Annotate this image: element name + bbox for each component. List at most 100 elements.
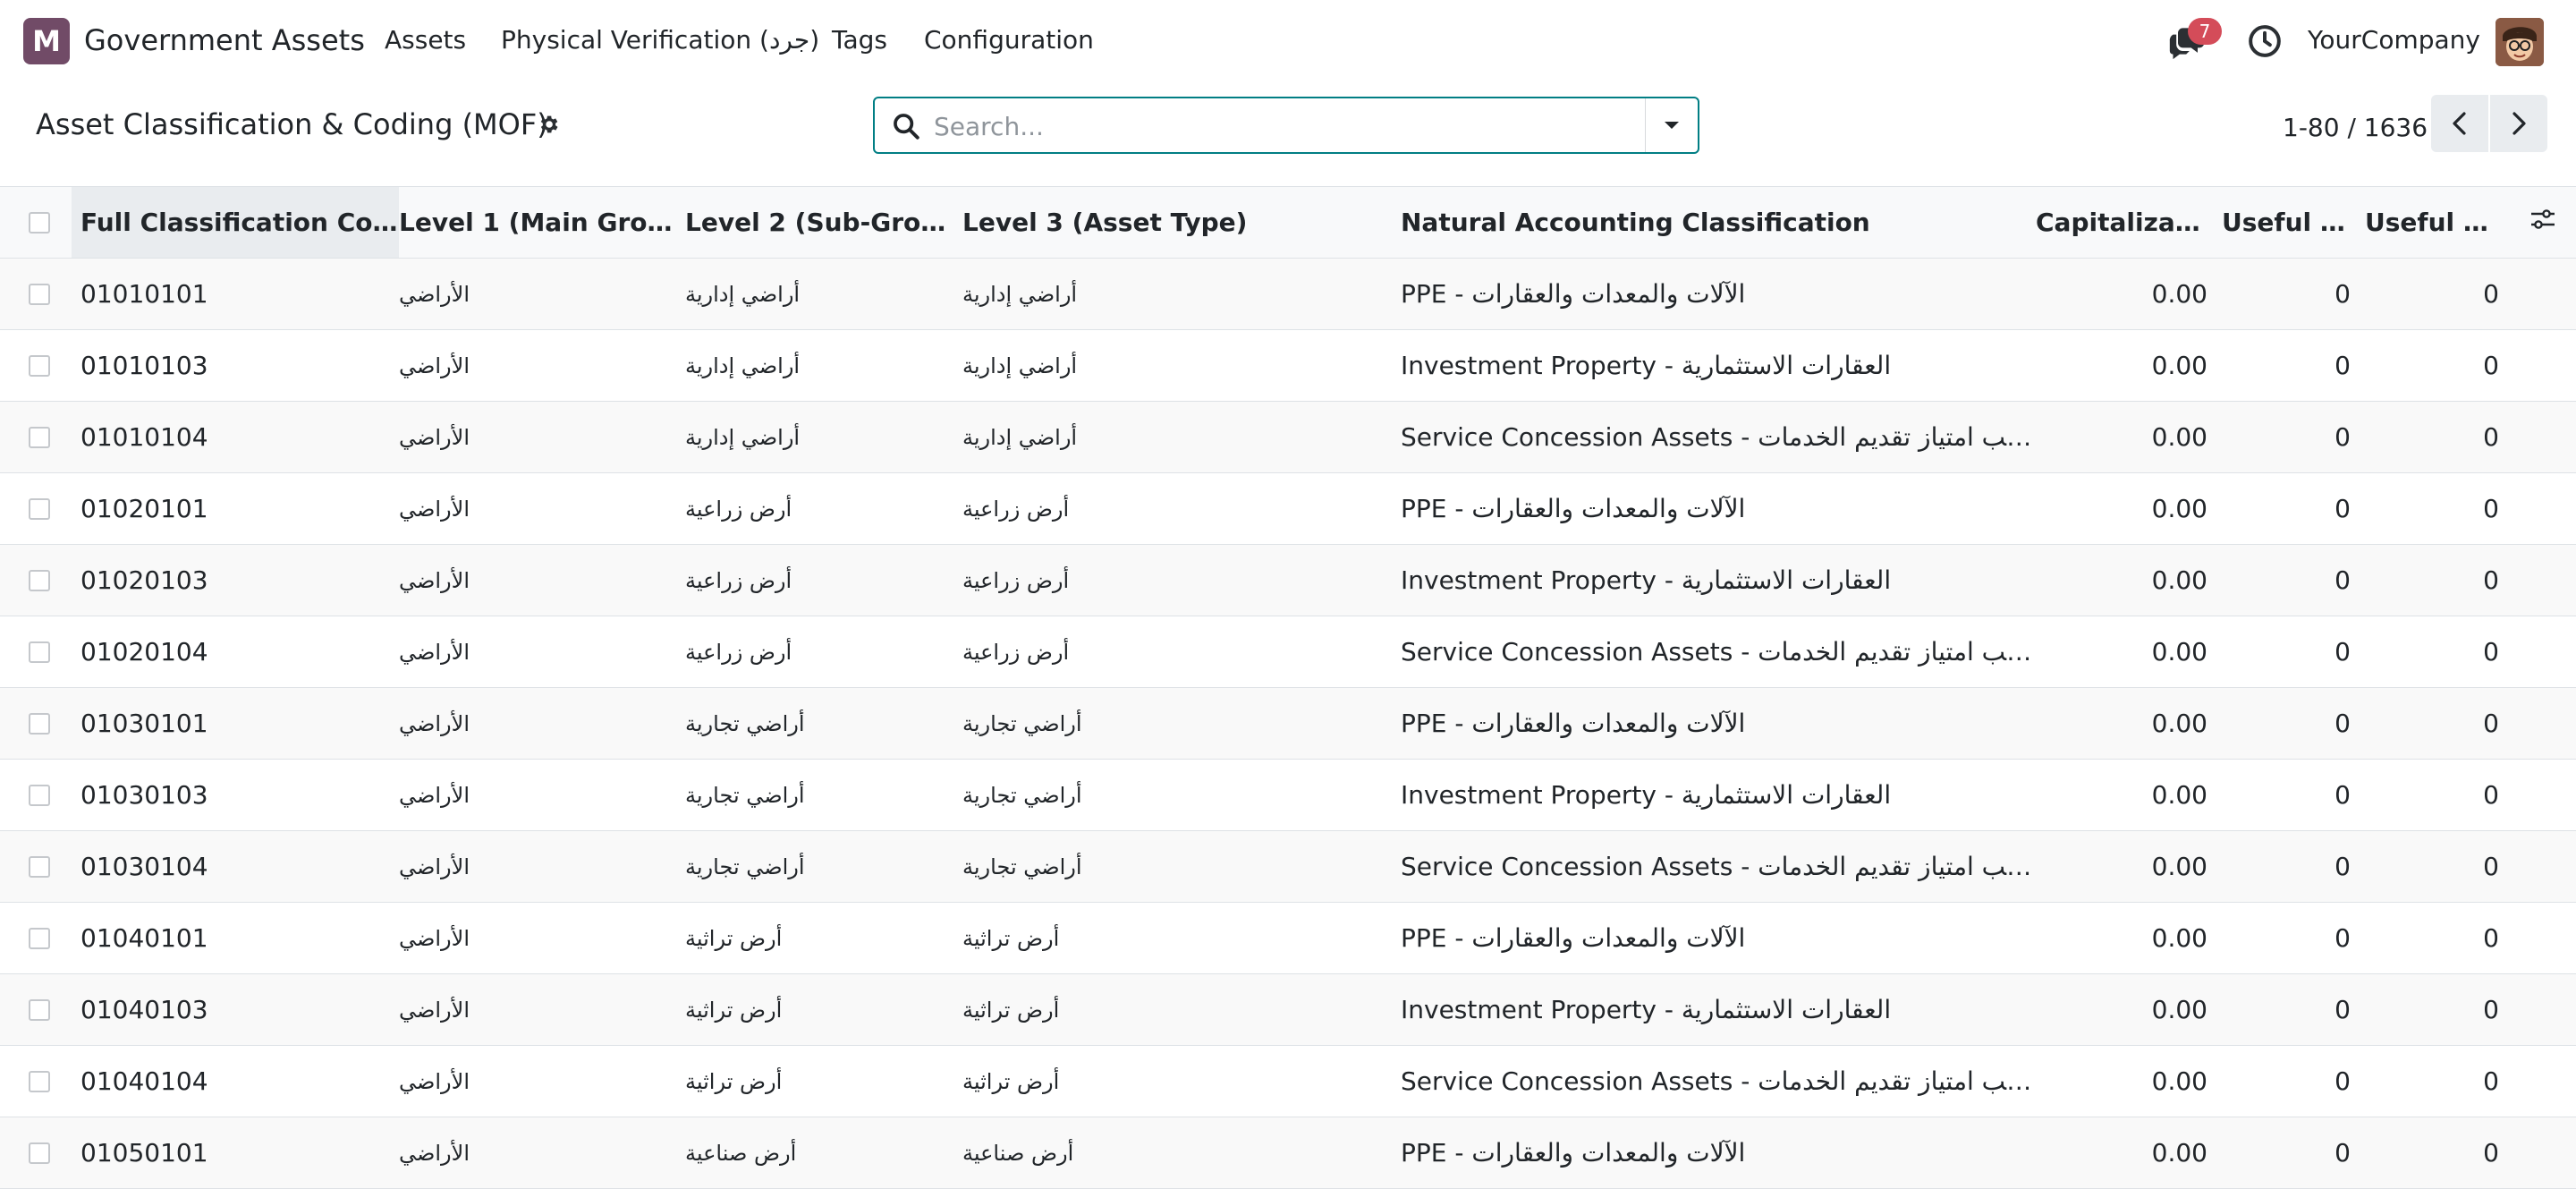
useful-life-2-cell: 0 [2483,637,2499,667]
natural-accounting-cell: Investment Property - العقارات الاستثمار… [1401,565,1892,595]
full-code-cell: 01020101 [80,494,208,523]
column-header-full-code[interactable]: Full Classification Code [72,186,399,259]
pager-value[interactable]: 1-80 / 1636 [2283,113,2428,142]
useful-life-2-cell: 0 [2483,852,2499,881]
useful-life-2-cell: 0 [2483,351,2499,380]
natural-accounting-cell: Investment Property - العقارات الاستثمار… [1401,780,1892,810]
row-select-cell [0,974,72,1046]
column-header-natural-accounting[interactable]: Natural Accounting Classification [1401,187,2036,259]
natural-accounting-cell: Service Concession Assets - أصول ترتيب ا… [1401,1066,2036,1096]
row-checkbox[interactable] [29,497,50,520]
useful-life-2-cell: 0 [2483,422,2499,452]
level-2-cell: أرض تراثية [685,997,783,1023]
natural-accounting-cell: PPE - الآلات والمعدات والعقارات [1401,494,1746,523]
search-input[interactable] [932,107,1615,145]
menu-configuration[interactable]: Configuration [924,25,1094,55]
table-row[interactable]: 01030104 الأراضي أراضي تجارية أراضي تجارية S… [0,830,2576,903]
column-header-useful-life-1[interactable]: Useful Li... [2222,187,2365,259]
row-select-cell [0,402,72,473]
row-checkbox[interactable] [29,426,50,448]
row-select-cell [0,1046,72,1117]
natural-accounting-cell: Service Concession Assets - أصول ترتيب ا… [1401,637,2036,667]
capitalization-cell: 0.00 [2151,1066,2207,1096]
gear-icon[interactable] [537,113,560,136]
row-options-spacer [2513,903,2576,974]
table-row[interactable]: 01040104 الأراضي أرض تراثية أرض تراثية Servi… [0,1046,2576,1117]
messages-badge: 7 [2188,18,2222,45]
row-select-cell [0,616,72,688]
row-select-cell [0,903,72,974]
column-header-capitalization[interactable]: Capitalizati... [2036,187,2222,259]
level-2-cell: أراضي إدارية [685,424,801,450]
search-options-toggle[interactable] [1645,98,1698,152]
table-row[interactable]: 01010104 الأراضي أراضي إدارية أراضي إدارية S… [0,401,2576,473]
level-3-cell: أرض زراعية [962,496,1070,522]
column-header-level-1[interactable]: Level 1 (Main Group) [399,187,685,259]
select-all-cell [0,187,72,259]
column-header-level-3[interactable]: Level 3 (Asset Type) [962,187,1401,259]
row-options-spacer [2513,831,2576,903]
level-1-cell: الأراضي [399,782,470,808]
row-checkbox[interactable] [29,712,50,735]
level-3-cell: أراضي تجارية [962,854,1082,879]
natural-accounting-cell: Service Concession Assets - أصول ترتيب ا… [1401,422,2036,452]
table-row[interactable]: 01050101 الأراضي أرض صناعية أرض صناعية PPE -… [0,1117,2576,1189]
natural-accounting-cell: Service Concession Assets - أصول ترتيب ا… [1401,852,2036,881]
row-select-cell [0,760,72,831]
table-row[interactable]: 01010101 الأراضي أراضي إدارية أراضي إدارية P… [0,258,2576,330]
company-switcher[interactable]: YourCompany [2308,25,2480,55]
avatar[interactable] [2496,18,2544,66]
row-checkbox[interactable] [29,998,50,1021]
natural-accounting-cell: PPE - الآلات والمعدات والعقارات [1401,923,1746,953]
row-checkbox[interactable] [29,1142,50,1164]
row-checkbox[interactable] [29,855,50,878]
pager-next-button[interactable] [2490,95,2547,152]
select-all-checkbox[interactable] [29,211,50,234]
full-code-cell: 01040101 [80,923,208,953]
full-code-cell: 01030103 [80,780,208,810]
capitalization-cell: 0.00 [2151,709,2207,738]
pager-previous-button[interactable] [2431,95,2488,152]
row-checkbox[interactable] [29,784,50,806]
chevron-right-icon [2512,112,2526,135]
row-checkbox[interactable] [29,641,50,663]
menu-tags[interactable]: Tags [832,25,887,55]
clock-icon[interactable] [2247,23,2283,59]
useful-life-1-cell: 0 [2334,637,2351,667]
column-header-level-2[interactable]: Level 2 (Sub-Group) [685,187,962,259]
useful-life-1-cell: 0 [2334,494,2351,523]
table-row[interactable]: 01030101 الأراضي أراضي تجارية أراضي تجارية P… [0,687,2576,760]
level-1-cell: الأراضي [399,997,470,1023]
useful-life-1-cell: 0 [2334,565,2351,595]
row-checkbox[interactable] [29,927,50,949]
row-select-cell [0,688,72,760]
menu-assets[interactable]: Assets [385,25,466,55]
table-row[interactable]: 01020101 الأراضي أرض زراعية أرض زراعية PPE -… [0,473,2576,545]
column-options-cell[interactable] [2513,187,2576,259]
row-checkbox[interactable] [29,1070,50,1092]
natural-accounting-cell: Investment Property - العقارات الاستثمار… [1401,995,1892,1024]
app-logo[interactable]: M [23,18,70,64]
row-options-spacer [2513,1046,2576,1117]
row-options-spacer [2513,1117,2576,1189]
table-row[interactable]: 01040103 الأراضي أرض تراثية أرض تراثية Inves… [0,973,2576,1046]
table-row[interactable]: 01010103 الأراضي أراضي إدارية أراضي إدارية I… [0,330,2576,402]
menu-physical-verification[interactable]: Physical Verification (جرد) [501,25,819,55]
column-header-useful-life-2[interactable]: Useful Li... [2365,187,2513,259]
table-row[interactable]: 01040101 الأراضي أرض تراثية أرض تراثية PPE -… [0,903,2576,974]
app-name[interactable]: Government Assets [84,23,365,57]
row-options-spacer [2513,688,2576,760]
table-row[interactable]: 01020104 الأراضي أرض زراعية أرض زراعية Servi… [0,616,2576,688]
capitalization-cell: 0.00 [2151,637,2207,667]
level-2-cell: أرض صناعية [685,1140,797,1166]
row-options-spacer [2513,402,2576,473]
row-checkbox[interactable] [29,569,50,591]
row-checkbox[interactable] [29,283,50,305]
level-3-cell: أرض تراثية [962,1068,1060,1094]
row-checkbox[interactable] [29,354,50,377]
capitalization-cell: 0.00 [2151,780,2207,810]
useful-life-2-cell: 0 [2483,1066,2499,1096]
table-row[interactable]: 01030103 الأراضي أراضي تجارية أراضي تجارية I… [0,760,2576,831]
table-row[interactable]: 01020103 الأراضي أرض زراعية أرض زراعية Inves… [0,544,2576,616]
level-1-cell: الأراضي [399,496,470,522]
